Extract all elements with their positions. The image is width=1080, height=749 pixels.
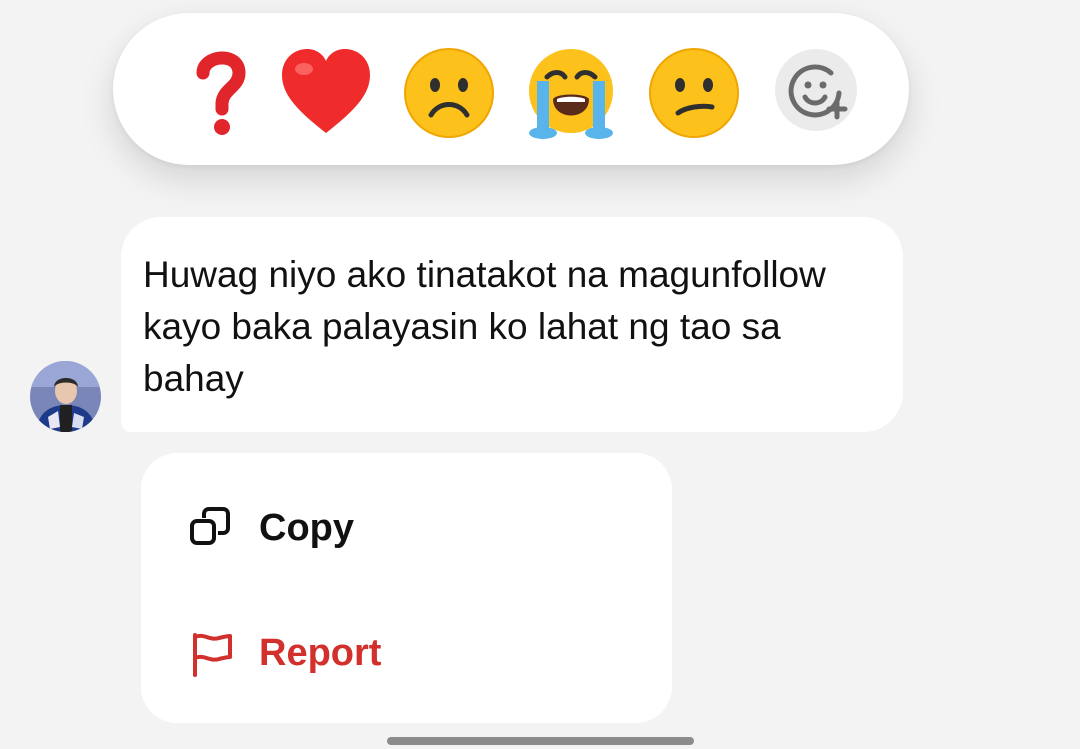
flag-icon xyxy=(189,631,235,677)
confused-face-icon xyxy=(649,48,739,138)
app-screen: Huwag niyo ako tinatakot na magunfollow … xyxy=(0,0,1080,749)
reaction-frowning-face[interactable] xyxy=(401,45,497,141)
message-text: Huwag niyo ako tinatakot na magunfollow … xyxy=(143,254,826,399)
reaction-red-heart[interactable] xyxy=(278,45,374,141)
report-menu-item[interactable]: Report xyxy=(141,601,672,701)
reaction-loudly-crying-face[interactable] xyxy=(523,45,619,141)
reaction-picker xyxy=(113,13,909,165)
copy-icon xyxy=(189,506,235,552)
frowning-face-icon xyxy=(404,48,494,138)
add-reaction-button[interactable] xyxy=(775,49,857,131)
copy-menu-item[interactable]: Copy xyxy=(141,476,672,576)
sender-avatar[interactable] xyxy=(30,361,101,432)
user-avatar-icon xyxy=(30,361,101,432)
add-reaction-icon xyxy=(788,64,848,120)
heart-icon xyxy=(282,49,370,133)
report-label: Report xyxy=(259,632,382,674)
question-mark-icon xyxy=(196,51,246,135)
crying-face-icon xyxy=(529,49,613,139)
reaction-question-mark[interactable] xyxy=(173,43,269,139)
message-context-menu: Copy Report xyxy=(141,453,672,723)
copy-label: Copy xyxy=(259,507,354,549)
message-bubble[interactable]: Huwag niyo ako tinatakot na magunfollow … xyxy=(121,217,903,432)
reaction-confused-face[interactable] xyxy=(646,45,742,141)
home-indicator[interactable] xyxy=(387,737,694,745)
